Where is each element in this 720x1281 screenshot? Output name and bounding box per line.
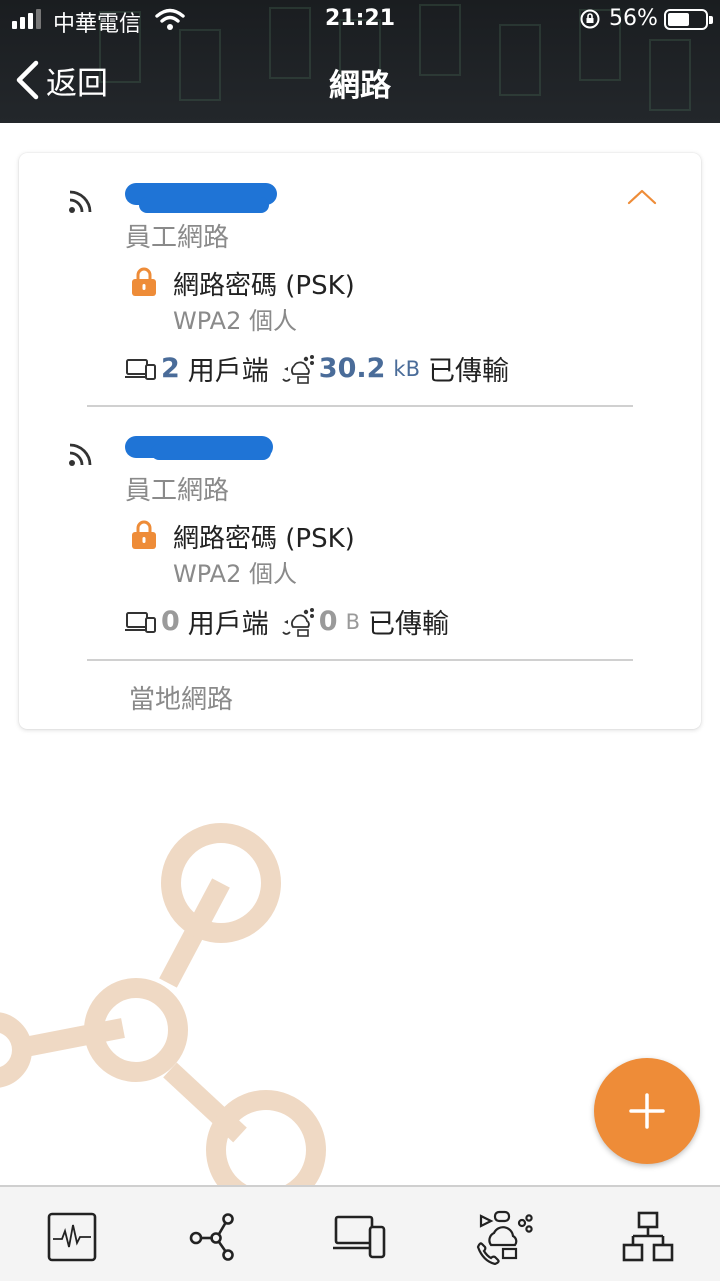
wireless-network-icon bbox=[69, 190, 92, 213]
security-type: WPA2 個人 bbox=[173, 560, 297, 588]
network-role: 員工網路 bbox=[125, 476, 230, 506]
security-method: 網路密碼 (PSK) bbox=[173, 271, 355, 301]
tab-devices[interactable] bbox=[330, 1207, 390, 1267]
transfer-unit: B bbox=[345, 609, 361, 634]
transfer-unit: kB bbox=[393, 356, 420, 381]
rotation-lock-icon bbox=[580, 9, 600, 29]
header: 中華電信 21:21 56% 返回 網路 bbox=[0, 0, 720, 123]
tab-activity[interactable] bbox=[42, 1207, 102, 1267]
tab-topology[interactable] bbox=[184, 1207, 244, 1267]
devices-icon bbox=[333, 1215, 386, 1259]
page-title: 網路 bbox=[329, 68, 391, 104]
chevron-up-icon[interactable] bbox=[626, 187, 658, 207]
redacted-ssid-mark bbox=[139, 197, 269, 213]
decorative-network-graphic bbox=[0, 823, 326, 1185]
traffic-icon bbox=[282, 607, 314, 637]
client-count: 2 bbox=[161, 353, 180, 384]
transfer-value: 30.2 bbox=[318, 353, 386, 384]
lock-icon bbox=[132, 520, 156, 549]
add-network-button[interactable] bbox=[594, 1058, 700, 1164]
devices-icon bbox=[125, 358, 156, 380]
status-bar: 中華電信 21:21 56% bbox=[0, 0, 720, 40]
traffic-icon bbox=[282, 354, 314, 384]
topology-icon bbox=[189, 1213, 234, 1261]
activity-icon bbox=[47, 1212, 97, 1262]
security-method: 網路密碼 (PSK) bbox=[173, 524, 355, 554]
battery-percentage: 56% bbox=[609, 6, 658, 31]
client-label: 用戶端 bbox=[187, 356, 269, 387]
network-item[interactable]: 員工網路 網路密碼 (PSK) WPA2 個人 0 用戶端 0 B 已傳輸 bbox=[19, 406, 701, 660]
divider bbox=[87, 659, 633, 661]
lock-icon bbox=[132, 267, 156, 296]
devices-icon bbox=[125, 611, 156, 633]
tab-applications[interactable] bbox=[474, 1207, 534, 1267]
network-item[interactable]: 員工網路 網路密碼 (PSK) WPA2 個人 2 用戶端 30.2 kB 已傳… bbox=[19, 153, 701, 407]
network-role: 員工網路 bbox=[125, 223, 230, 253]
network-list-card: 員工網路 網路密碼 (PSK) WPA2 個人 2 用戶端 30.2 kB 已傳… bbox=[19, 153, 701, 729]
plus-icon bbox=[629, 1093, 665, 1129]
redacted-ssid-mark bbox=[151, 444, 271, 460]
security-type: WPA2 個人 bbox=[173, 307, 297, 335]
transfer-label: 已傳輸 bbox=[368, 609, 450, 640]
network-stats: 0 用戶端 0 B 已傳輸 bbox=[125, 602, 461, 641]
tab-network-tree[interactable] bbox=[618, 1207, 678, 1267]
transfer-label: 已傳輸 bbox=[428, 356, 509, 387]
local-network-link[interactable]: 當地網路 bbox=[129, 679, 233, 716]
battery-icon bbox=[664, 9, 713, 30]
bottom-tab-bar bbox=[0, 1185, 720, 1281]
wireless-network-icon bbox=[69, 443, 92, 466]
client-label: 用戶端 bbox=[187, 609, 269, 640]
network-stats: 2 用戶端 30.2 kB 已傳輸 bbox=[125, 349, 521, 388]
transfer-value: 0 bbox=[318, 606, 338, 637]
apps-icon bbox=[476, 1210, 533, 1265]
network-tree-icon bbox=[622, 1211, 674, 1262]
client-count: 0 bbox=[161, 606, 180, 637]
